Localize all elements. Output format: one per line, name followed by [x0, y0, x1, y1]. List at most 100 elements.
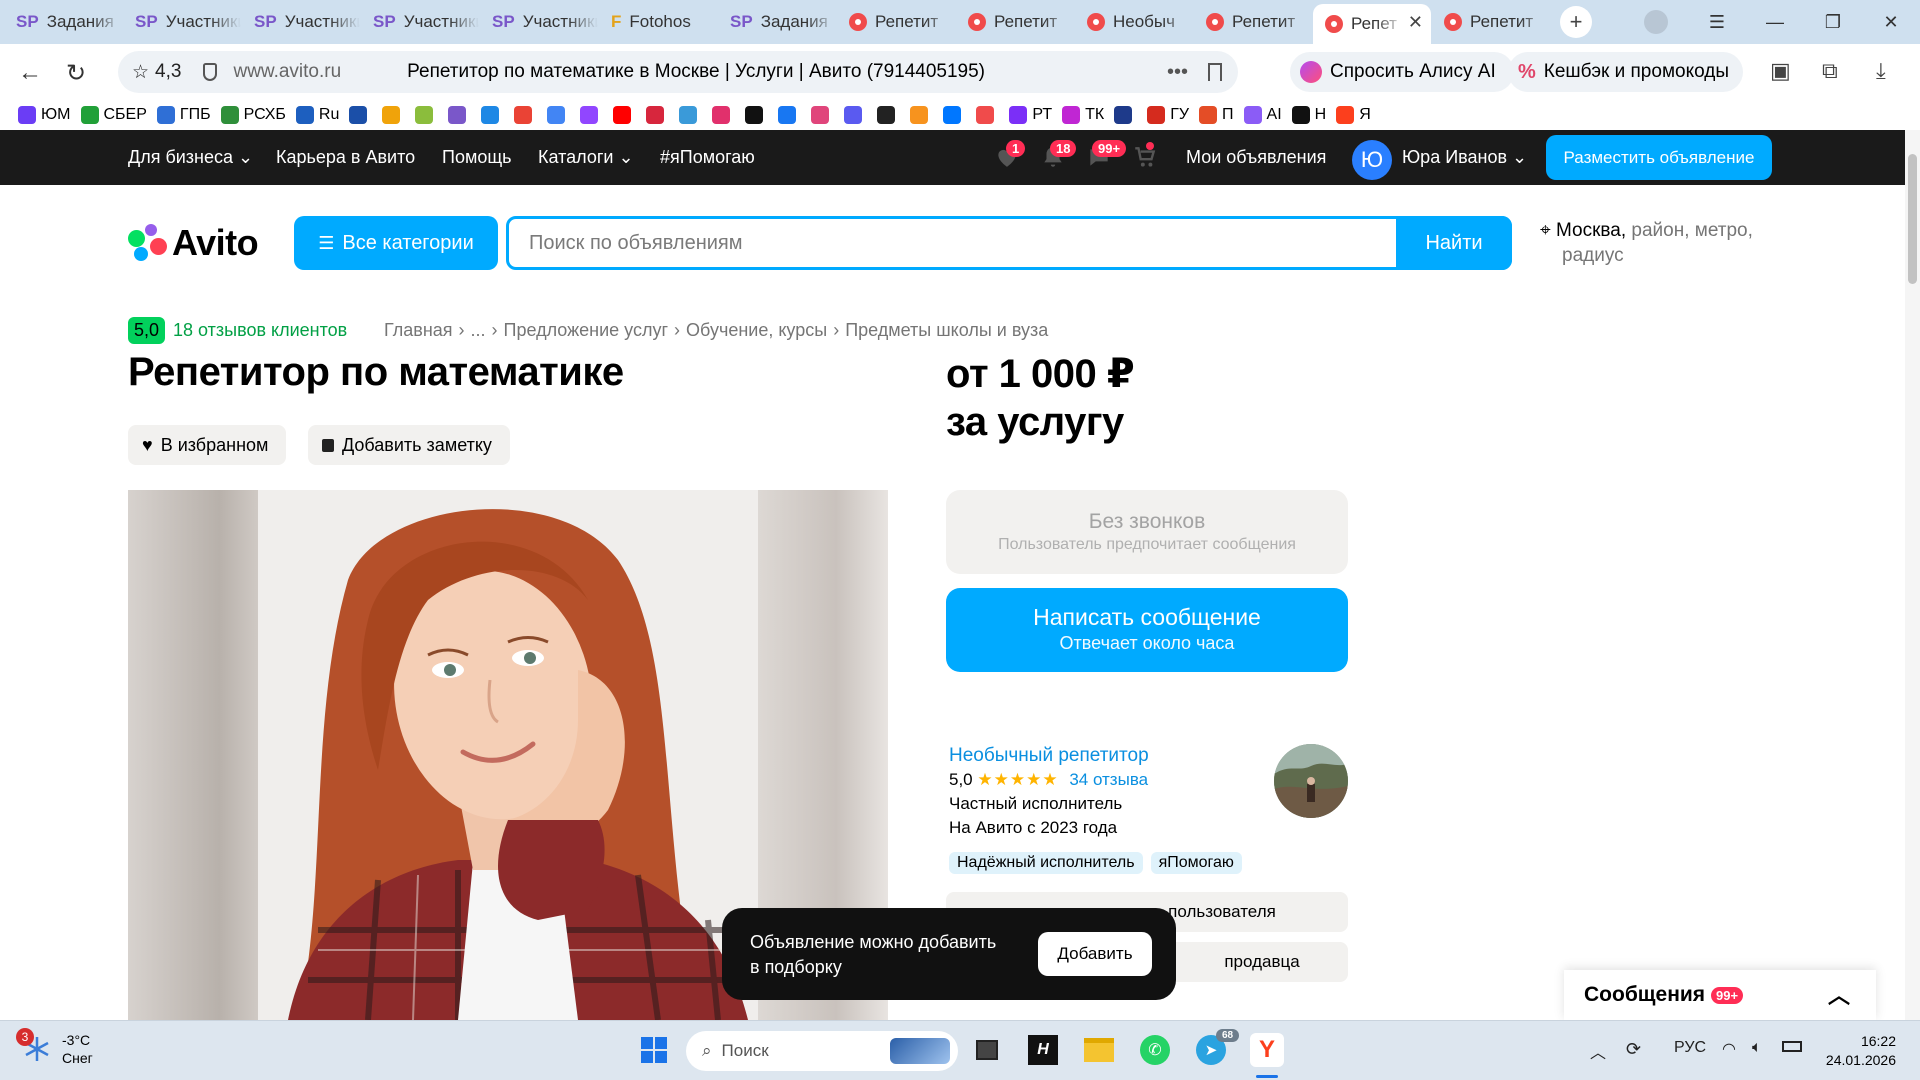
language-indicator[interactable]: РУС: [1674, 1039, 1706, 1057]
battery-icon[interactable]: [1782, 1039, 1802, 1057]
seller-tag[interactable]: яПомогаю: [1150, 852, 1242, 874]
bookmark-item[interactable]: [910, 106, 933, 124]
extensions-icon[interactable]: ⧉: [1822, 58, 1838, 84]
minimize-button[interactable]: —: [1746, 12, 1804, 33]
bookmark-item[interactable]: [943, 106, 966, 124]
bookmark-item[interactable]: [712, 106, 735, 124]
bookmark-item[interactable]: [745, 106, 768, 124]
bookmark-item[interactable]: Н: [1291, 106, 1326, 124]
yandex-browser-icon[interactable]: Y: [1250, 1033, 1284, 1067]
browser-tab[interactable]: Репетит: [1432, 4, 1550, 40]
bookmark-item[interactable]: [778, 106, 801, 124]
bookmark-item[interactable]: [844, 106, 867, 124]
location-selector[interactable]: ⌖ Москва, район, метро, радиус: [1540, 218, 1780, 268]
alice-button[interactable]: Спросить Алису AI: [1290, 52, 1514, 92]
reviews-link[interactable]: 18 отзывов клиентов: [173, 320, 347, 341]
ya-help-link[interactable]: #яПомогаю: [660, 147, 755, 168]
address-bar[interactable]: ☆ 4,3 www.avito.ru Репетитор по математи…: [118, 51, 1238, 93]
avito-logo[interactable]: Avito: [128, 222, 259, 264]
browser-tab[interactable]: SP Участники: [361, 4, 479, 40]
toast-add-button[interactable]: Добавить: [1038, 932, 1152, 976]
messages-panel[interactable]: Сообщения 99+ ︿: [1564, 970, 1876, 1020]
app-h-icon[interactable]: H: [1026, 1033, 1060, 1067]
gallery-icon[interactable]: ▣: [1770, 58, 1791, 84]
browser-tab[interactable]: SP Задания: [718, 4, 836, 40]
bookmark-item[interactable]: ГПБ: [156, 106, 211, 124]
breadcrumb-item[interactable]: Предметы школы и вуза: [845, 320, 1048, 340]
taskbar-search[interactable]: ⌕ Поиск: [686, 1031, 958, 1071]
bookmark-item[interactable]: [877, 106, 900, 124]
breadcrumb-item[interactable]: Главная: [384, 320, 453, 340]
listing-rating[interactable]: 5,0 18 отзывов клиентов: [128, 317, 347, 344]
close-window-button[interactable]: ✕: [1862, 12, 1920, 33]
windows-start-icon[interactable]: [637, 1033, 671, 1067]
restore-button[interactable]: ❐: [1804, 12, 1862, 33]
volume-icon[interactable]: 🔈︎: [1752, 1039, 1762, 1057]
reload-button[interactable]: ↻: [56, 59, 96, 88]
bookmark-item[interactable]: [976, 106, 999, 124]
browser-tab[interactable]: Репетит: [1194, 4, 1312, 40]
browser-tab[interactable]: F Fotohos: [599, 4, 717, 40]
no-calls-button[interactable]: Без звонков Пользователь предпочитает со…: [946, 490, 1348, 574]
shield-icon[interactable]: [203, 63, 218, 81]
bookmark-item[interactable]: [349, 106, 372, 124]
seller-avatar[interactable]: [1274, 744, 1348, 818]
more-icon[interactable]: •••: [1167, 61, 1188, 84]
my-ads-link[interactable]: Мои объявления: [1186, 147, 1326, 168]
breadcrumb-item[interactable]: Предложение услуг: [504, 320, 669, 340]
bookmark-item[interactable]: П: [1199, 106, 1234, 124]
bookmark-icon[interactable]: [1208, 63, 1222, 81]
place-ad-button[interactable]: Разместить объявление: [1546, 135, 1772, 180]
browser-tab[interactable]: Репетит: [837, 4, 955, 40]
cashback-button[interactable]: % Кешбэк и промокоды: [1508, 52, 1743, 92]
scrollbar-thumb[interactable]: [1908, 154, 1917, 284]
career-link[interactable]: Карьера в Авито: [276, 147, 415, 168]
breadcrumb-item[interactable]: Обучение, курсы: [686, 320, 827, 340]
menu-icon[interactable]: ☰: [1688, 12, 1746, 33]
weather-widget[interactable]: 3 -3°C Снег: [16, 1028, 93, 1067]
tray-chevron-icon[interactable]: ︿: [1590, 1039, 1606, 1063]
browser-tab[interactable]: Репетит: [956, 4, 1074, 40]
bookmark-item[interactable]: РТ: [1009, 106, 1052, 124]
back-button[interactable]: ←: [10, 59, 50, 87]
sync-icon[interactable]: ⟳: [1626, 1039, 1641, 1060]
page-scrollbar[interactable]: [1905, 130, 1920, 1020]
wifi-icon[interactable]: ◠: [1722, 1039, 1736, 1059]
site-rating[interactable]: ☆ 4,3: [132, 61, 181, 84]
user-avatar[interactable]: Ю: [1352, 140, 1392, 180]
close-tab-icon[interactable]: ✕: [1408, 12, 1423, 33]
user-menu[interactable]: Юра Иванов ⌄: [1402, 147, 1527, 168]
all-categories-button[interactable]: ☰ Все категории: [294, 216, 498, 270]
bookmark-item[interactable]: СБЕР: [80, 106, 147, 124]
bookmark-item[interactable]: ТК: [1062, 106, 1104, 124]
bookmark-item[interactable]: Ru: [295, 106, 339, 124]
search-input[interactable]: [509, 219, 1396, 267]
file-explorer-icon[interactable]: [1082, 1033, 1116, 1067]
bookmark-item[interactable]: [1114, 106, 1137, 124]
favorite-button[interactable]: ♥ В избранном: [128, 425, 287, 465]
bookmark-item[interactable]: [547, 106, 570, 124]
cart-icon[interactable]: [1132, 144, 1158, 170]
profile-icon[interactable]: [1644, 10, 1668, 34]
bookmark-item[interactable]: ЮМ: [18, 106, 71, 124]
telegram-icon[interactable]: ➤ 68: [1194, 1029, 1240, 1067]
bookmark-item[interactable]: [448, 106, 471, 124]
bookmark-item[interactable]: [613, 106, 636, 124]
bookmark-item[interactable]: [481, 106, 504, 124]
browser-tab[interactable]: SP Задания: [4, 4, 122, 40]
breadcrumb-item[interactable]: ...: [471, 320, 486, 340]
browser-tab[interactable]: SP Участники: [480, 4, 598, 40]
chevron-up-icon[interactable]: ︿: [1828, 978, 1850, 1010]
clock[interactable]: 16:22 24.01.2026: [1820, 1032, 1896, 1070]
browser-tab[interactable]: SP Участники: [123, 4, 241, 40]
add-note-button[interactable]: Добавить заметку: [308, 425, 510, 465]
bookmark-item[interactable]: [415, 106, 438, 124]
bookmark-item[interactable]: [382, 106, 405, 124]
tab-active[interactable]: Репет ✕: [1313, 4, 1431, 44]
bookmark-item[interactable]: [514, 106, 537, 124]
new-tab-button[interactable]: +: [1560, 6, 1592, 38]
bookmark-item[interactable]: AI: [1243, 106, 1282, 124]
catalogs-link[interactable]: Каталоги ⌄: [538, 147, 634, 168]
task-view-icon[interactable]: [970, 1033, 1004, 1067]
seller-reviews-link[interactable]: 34 отзыва: [1069, 770, 1148, 789]
